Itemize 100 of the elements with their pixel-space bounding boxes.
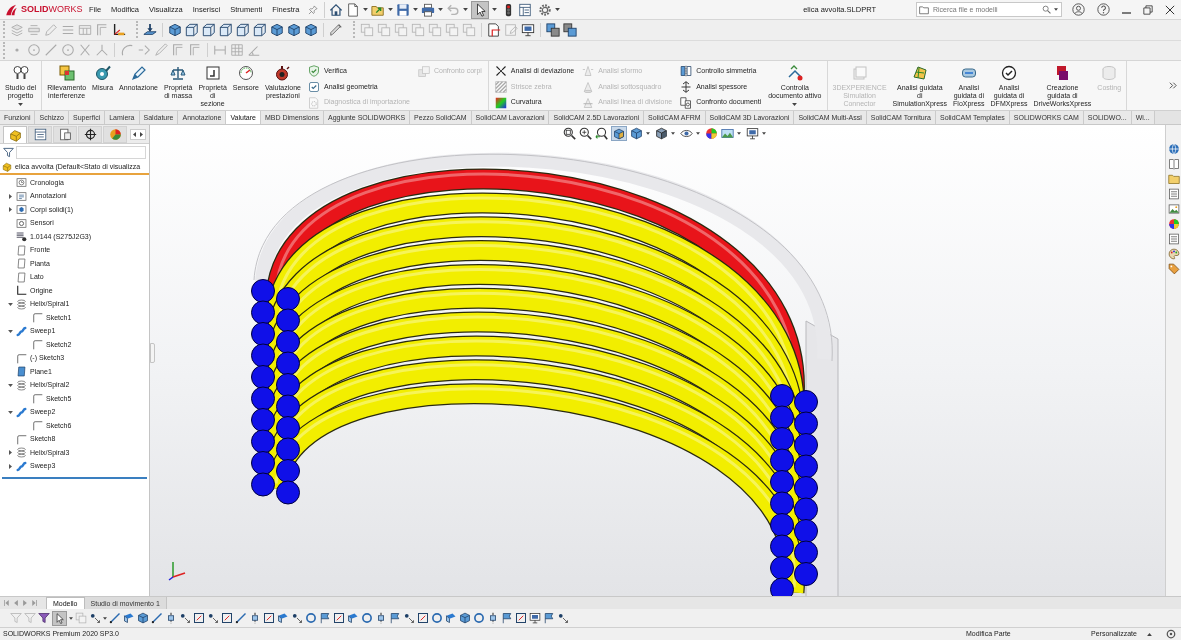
filter-icon[interactable] xyxy=(3,147,14,158)
monitor-icon[interactable] xyxy=(521,22,535,37)
point-arrow-icon[interactable] xyxy=(403,612,415,624)
zoom-fit-icon[interactable] xyxy=(563,127,576,140)
caret-icon[interactable] xyxy=(463,8,469,11)
ring-dot-icon[interactable] xyxy=(1166,629,1176,639)
select-tool-button[interactable] xyxy=(471,0,490,19)
ring-icon[interactable] xyxy=(305,612,317,624)
face-icon[interactable] xyxy=(123,612,135,624)
caret-icon[interactable] xyxy=(1147,632,1152,636)
document-icon[interactable] xyxy=(346,2,361,17)
stylus-icon[interactable] xyxy=(329,22,343,37)
expanded-arrow-icon[interactable] xyxy=(7,383,13,387)
point-arrow-icon[interactable] xyxy=(207,612,219,624)
point-arrow-icon[interactable] xyxy=(89,612,101,624)
collapsed-arrow-icon[interactable] xyxy=(8,207,12,213)
caret-icon[interactable] xyxy=(737,132,741,135)
wireframe-cube-icon[interactable] xyxy=(253,22,267,37)
section-view-button[interactable] xyxy=(611,126,627,141)
panel-tab[interactable] xyxy=(78,126,102,143)
overlapping-squares-icon[interactable] xyxy=(546,22,560,37)
caret-icon[interactable] xyxy=(103,616,107,620)
flag-icon[interactable] xyxy=(501,612,513,624)
funnel-icon[interactable] xyxy=(38,612,50,624)
expanded-arrow-icon[interactable] xyxy=(7,302,13,306)
landscape-icon[interactable] xyxy=(721,127,734,140)
quartered-circle-icon[interactable] xyxy=(705,127,718,140)
axis-icon[interactable] xyxy=(249,612,261,624)
tag-icon[interactable] xyxy=(1167,263,1180,275)
caret-icon[interactable] xyxy=(388,8,394,11)
caret-icon[interactable] xyxy=(646,132,650,135)
eye-icon[interactable] xyxy=(680,127,693,140)
face-icon[interactable] xyxy=(277,612,289,624)
traffic-light-icon[interactable] xyxy=(505,2,513,17)
globe-icon[interactable] xyxy=(1167,143,1180,155)
frame-icon[interactable] xyxy=(263,612,275,624)
overlapping-squares-icon[interactable] xyxy=(563,22,577,37)
search-icon[interactable] xyxy=(1042,5,1051,14)
monitor-icon[interactable] xyxy=(529,612,541,624)
caret-icon[interactable] xyxy=(792,103,798,106)
caret-icon[interactable] xyxy=(363,8,369,11)
shaded-cube-icon[interactable] xyxy=(655,127,668,140)
caret-icon[interactable] xyxy=(696,132,700,135)
user-icon[interactable] xyxy=(1072,3,1085,16)
collapsed-arrow-icon[interactable] xyxy=(8,193,12,199)
point-arrow-icon[interactable] xyxy=(291,612,303,624)
cube-icon[interactable] xyxy=(304,22,318,37)
home-icon[interactable] xyxy=(329,2,344,17)
frame-icon[interactable] xyxy=(333,612,345,624)
right-arrow-icon[interactable] xyxy=(140,132,143,137)
axis-icon[interactable] xyxy=(487,612,499,624)
window-list-icon[interactable] xyxy=(518,2,533,17)
filter-field[interactable] xyxy=(16,146,146,159)
edge-icon[interactable] xyxy=(109,612,121,624)
printer-icon[interactable] xyxy=(421,2,436,17)
caret-icon[interactable] xyxy=(69,616,73,620)
close-icon[interactable] xyxy=(1165,4,1175,15)
expanded-arrow-icon[interactable] xyxy=(7,410,13,414)
ring-icon[interactable] xyxy=(473,612,485,624)
cube-icon[interactable] xyxy=(630,127,643,140)
zoom-icon[interactable] xyxy=(579,127,592,140)
axis-icon[interactable] xyxy=(375,612,387,624)
edge-icon[interactable] xyxy=(151,612,163,624)
point-arrow-icon[interactable] xyxy=(557,612,569,624)
caret-icon[interactable] xyxy=(413,8,419,11)
cube-icon[interactable] xyxy=(137,612,149,624)
face-icon[interactable] xyxy=(347,612,359,624)
flag-icon[interactable] xyxy=(389,612,401,624)
list-icon[interactable] xyxy=(1167,188,1180,200)
minimize-icon[interactable] xyxy=(1122,11,1131,14)
book-icon[interactable] xyxy=(1167,158,1180,170)
frame-icon[interactable] xyxy=(417,612,429,624)
left-arrow-icon[interactable] xyxy=(133,132,136,137)
face-icon[interactable] xyxy=(445,612,457,624)
flag-icon[interactable] xyxy=(319,612,331,624)
point-arrow-icon[interactable] xyxy=(179,612,191,624)
frame-icon[interactable] xyxy=(221,612,233,624)
edge-icon[interactable] xyxy=(235,612,247,624)
caret-icon[interactable] xyxy=(1054,8,1058,11)
help-icon[interactable] xyxy=(1097,3,1110,16)
monitor-icon[interactable] xyxy=(746,127,759,140)
cube-icon[interactable] xyxy=(270,22,284,37)
collapsed-arrow-icon[interactable] xyxy=(8,463,12,469)
ring-icon[interactable] xyxy=(431,612,443,624)
panel-collapse-handle[interactable] xyxy=(150,343,155,363)
wireframe-cube-icon[interactable] xyxy=(219,22,233,37)
list-icon[interactable] xyxy=(1167,233,1180,245)
flag-icon[interactable] xyxy=(543,612,555,624)
quartered-circle-icon[interactable] xyxy=(1167,218,1180,230)
palette-icon[interactable] xyxy=(1167,248,1180,260)
frame-icon[interactable] xyxy=(515,612,527,624)
folder-icon[interactable] xyxy=(1167,173,1180,185)
wireframe-cube-icon[interactable] xyxy=(236,22,250,37)
cube-icon[interactable] xyxy=(168,22,182,37)
restore-icon[interactable] xyxy=(1143,4,1153,15)
wireframe-cube-icon[interactable] xyxy=(185,22,199,37)
cube-icon[interactable] xyxy=(459,612,471,624)
expanded-arrow-icon[interactable] xyxy=(7,329,13,333)
cube-icon[interactable] xyxy=(287,22,301,37)
settings-icon[interactable] xyxy=(538,2,553,17)
